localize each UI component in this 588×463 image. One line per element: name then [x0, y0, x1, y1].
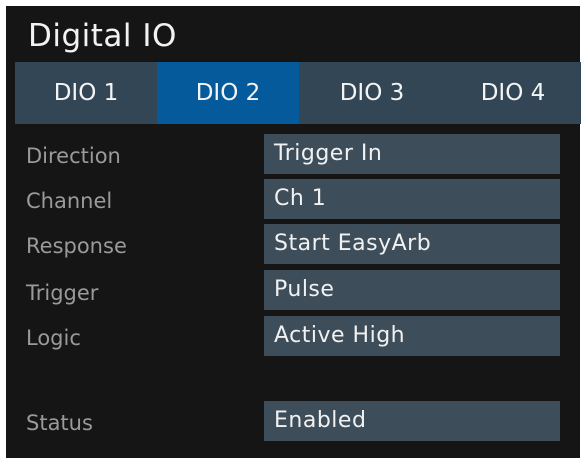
response-label: Response: [26, 234, 127, 258]
channel-field[interactable]: Ch 1: [264, 179, 560, 219]
channel-label: Channel: [26, 189, 113, 213]
tab-dio-3[interactable]: DIO 3: [299, 62, 445, 124]
status-field[interactable]: Enabled: [264, 401, 560, 441]
digital-io-screen: Digital IO DIO 1 DIO 2 DIO 3 DIO 4 Direc…: [0, 0, 588, 463]
status-label: Status: [26, 411, 93, 435]
dio-tab-bar: DIO 1 DIO 2 DIO 3 DIO 4: [15, 62, 581, 124]
direction-label: Direction: [26, 144, 121, 168]
tab-dio-1[interactable]: DIO 1: [15, 62, 157, 124]
logic-field[interactable]: Active High: [264, 316, 560, 356]
tab-dio-4[interactable]: DIO 4: [445, 62, 581, 124]
response-field[interactable]: Start EasyArb: [264, 224, 560, 264]
logic-label: Logic: [26, 326, 81, 350]
trigger-field[interactable]: Pulse: [264, 270, 560, 310]
direction-field[interactable]: Trigger In: [264, 134, 560, 174]
trigger-label: Trigger: [26, 281, 99, 305]
page-title: Digital IO: [28, 18, 177, 54]
tab-dio-2[interactable]: DIO 2: [157, 62, 299, 124]
